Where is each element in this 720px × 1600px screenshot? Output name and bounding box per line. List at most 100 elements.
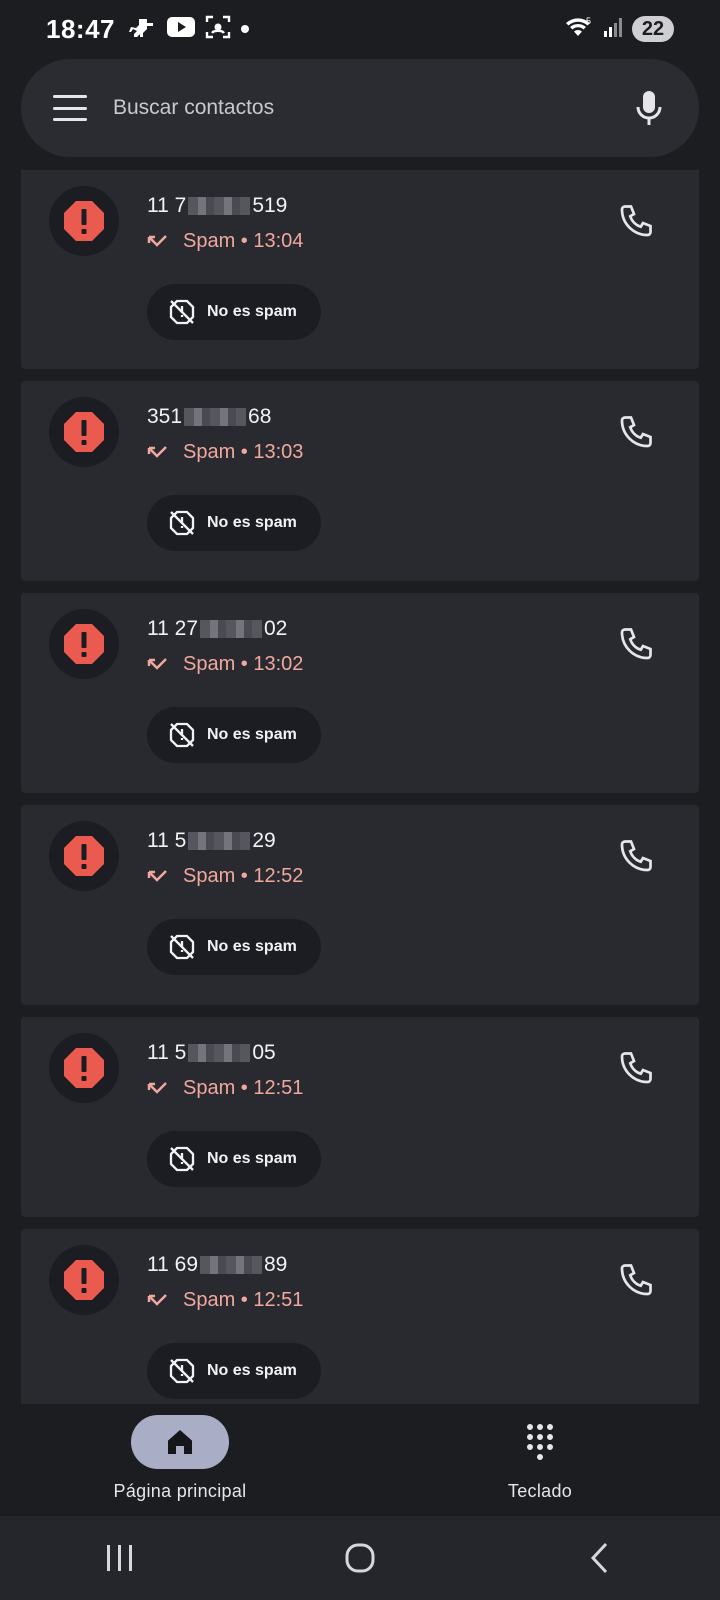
home-circle-icon: [345, 1543, 375, 1573]
dino-icon: [129, 15, 157, 44]
spam-avatar: [49, 821, 119, 891]
call-meta: Spam • 13:02: [147, 653, 303, 676]
call-card[interactable]: 11 5 05 Spam • 12:51 No es spam: [21, 1017, 699, 1217]
back-button[interactable]: [570, 1528, 630, 1588]
not-spam-button[interactable]: No es spam: [147, 707, 321, 763]
call-button[interactable]: [617, 835, 657, 875]
recents-button[interactable]: [90, 1528, 150, 1588]
spam-avatar: [49, 1033, 119, 1103]
not-spam-button[interactable]: No es spam: [147, 1131, 321, 1187]
spam-avatar: [49, 1245, 119, 1315]
mic-icon[interactable]: [629, 88, 669, 128]
nav-home[interactable]: Página principal: [0, 1404, 360, 1516]
phone-number: 11 27 02: [147, 617, 288, 640]
redacted-digits: [188, 1044, 251, 1062]
not-spam-label: No es spam: [207, 1150, 297, 1167]
spam-avatar: [49, 609, 119, 679]
call-status: Spam • 13:02: [183, 653, 304, 675]
call-status: Spam • 12:52: [183, 865, 304, 887]
home-icon: [168, 1430, 192, 1454]
not-spam-label: No es spam: [207, 514, 297, 531]
redacted-digits: [188, 832, 251, 850]
call-button[interactable]: [617, 200, 657, 240]
call-meta: Spam • 13:04: [147, 230, 303, 253]
call-button[interactable]: [617, 1259, 657, 1299]
phone-number: 11 5 29: [147, 829, 276, 852]
not-spam-label: No es spam: [207, 938, 297, 955]
phone-icon: [620, 416, 652, 448]
back-chevron-icon: [590, 1542, 608, 1574]
not-spam-icon: [169, 1146, 195, 1172]
not-spam-button[interactable]: No es spam: [147, 1343, 321, 1399]
spam-warning-icon: [64, 412, 104, 452]
call-meta: Spam • 13:03: [147, 441, 303, 464]
status-bar: 18:47 5 22: [0, 0, 720, 58]
call-meta: Spam • 12:51: [147, 1077, 303, 1100]
missed-call-icon: [147, 657, 169, 673]
phone-number: 11 7 519: [147, 194, 288, 217]
svg-text:5: 5: [586, 16, 591, 26]
missed-call-icon: [147, 1081, 169, 1097]
spam-warning-icon: [64, 836, 104, 876]
spam-avatar: [49, 186, 119, 256]
missed-call-icon: [147, 869, 169, 885]
phone-icon: [620, 628, 652, 660]
search-input[interactable]: Buscar contactos: [113, 96, 629, 120]
spam-warning-icon: [64, 1260, 104, 1300]
not-spam-icon: [169, 510, 195, 536]
call-meta: Spam • 12:52: [147, 865, 303, 888]
battery-indicator: 22: [632, 16, 674, 42]
youtube-icon: [167, 16, 195, 42]
call-button[interactable]: [617, 1047, 657, 1087]
keypad-pill[interactable]: [491, 1415, 589, 1469]
bottom-navigation: Página principal Teclado: [0, 1404, 720, 1516]
redacted-digits: [184, 408, 247, 426]
redacted-digits: [188, 197, 251, 215]
not-spam-label: No es spam: [207, 1362, 297, 1379]
not-spam-icon: [169, 722, 195, 748]
call-card[interactable]: 11 69 89 Spam • 12:51 No es spam: [21, 1229, 699, 1404]
phone-icon: [620, 840, 652, 872]
phone-number: 11 5 05: [147, 1041, 276, 1064]
status-time: 18:47: [46, 13, 115, 44]
home-pill[interactable]: [131, 1415, 229, 1469]
phone-icon: [620, 205, 652, 237]
call-status: Spam • 13:04: [183, 230, 304, 252]
call-status: Spam • 13:03: [183, 441, 304, 463]
call-status: Spam • 12:51: [183, 1077, 304, 1099]
home-system-button[interactable]: [330, 1528, 390, 1588]
redacted-digits: [200, 1256, 262, 1274]
spam-avatar: [49, 397, 119, 467]
redacted-digits: [200, 620, 262, 638]
menu-icon[interactable]: [53, 95, 87, 121]
not-spam-icon: [169, 934, 195, 960]
call-log-list[interactable]: 11 7 519 Spam • 13:04 No es spam 351 68 S…: [21, 170, 699, 1404]
phone-number: 351 68: [147, 405, 272, 428]
phone-icon: [620, 1052, 652, 1084]
dot-icon: [241, 25, 249, 33]
recents-icon: [107, 1545, 132, 1571]
not-spam-button[interactable]: No es spam: [147, 919, 321, 975]
spam-warning-icon: [64, 624, 104, 664]
call-button[interactable]: [617, 411, 657, 451]
call-card[interactable]: 11 27 02 Spam • 13:02 No es spam: [21, 593, 699, 793]
call-card[interactable]: 11 7 519 Spam • 13:04 No es spam: [21, 170, 699, 369]
not-spam-icon: [169, 299, 195, 325]
not-spam-button[interactable]: No es spam: [147, 284, 321, 340]
nav-keypad[interactable]: Teclado: [360, 1404, 720, 1516]
call-status: Spam • 12:51: [183, 1289, 304, 1311]
missed-call-icon: [147, 1293, 169, 1309]
spam-warning-icon: [64, 1048, 104, 1088]
not-spam-icon: [169, 1358, 195, 1384]
not-spam-label: No es spam: [207, 303, 297, 320]
call-button[interactable]: [617, 623, 657, 663]
nav-keypad-label: Teclado: [507, 1481, 573, 1501]
call-card[interactable]: 351 68 Spam • 13:03 No es spam: [21, 381, 699, 581]
missed-call-icon: [147, 445, 169, 461]
not-spam-label: No es spam: [207, 726, 297, 743]
screenshot-icon: [205, 15, 231, 44]
not-spam-button[interactable]: No es spam: [147, 495, 321, 551]
search-bar[interactable]: Buscar contactos: [21, 59, 699, 157]
call-card[interactable]: 11 5 29 Spam • 12:52 No es spam: [21, 805, 699, 1005]
spam-warning-icon: [64, 201, 104, 241]
